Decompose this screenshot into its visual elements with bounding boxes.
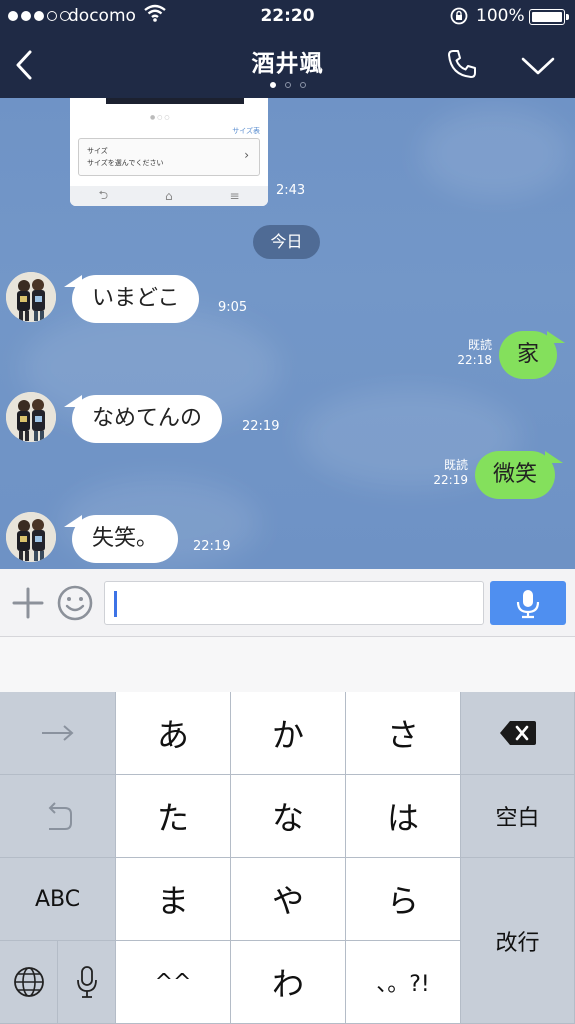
message-time: 22:19 <box>242 419 280 434</box>
key-delete[interactable] <box>461 692 575 775</box>
key-ra[interactable]: ら <box>346 858 461 941</box>
key-a[interactable]: あ <box>116 692 231 775</box>
key-ha[interactable]: は <box>346 775 461 858</box>
plus-icon[interactable] <box>11 586 45 620</box>
message-bubble[interactable]: 失笑。 <box>63 515 179 563</box>
page-indicator <box>0 82 575 88</box>
undo-icon <box>48 802 72 830</box>
microphone-icon <box>516 590 540 619</box>
date-separator: 今日 <box>253 225 320 259</box>
chat-area[interactable]: ● ○ ○ サイズ表 サイズ サイズを選んでください › ⮌ ⌂ ≡ 2:43 今日… <box>0 98 575 569</box>
phone-icon[interactable] <box>444 46 480 82</box>
key-emoticon[interactable]: ^^ <box>116 941 231 1024</box>
message-bubble[interactable]: いまどこ <box>63 275 200 323</box>
key-dictation[interactable] <box>58 941 116 1024</box>
key-enter[interactable]: 改行 <box>461 858 575 1024</box>
chat-title: 酒井颯 <box>251 51 324 77</box>
battery-icon <box>529 9 569 25</box>
smiley-icon[interactable] <box>56 584 94 622</box>
japanese-keyboard: あ か さ た な は 空白 ABC ま や ら 改行 ^^ わ 、。?! <box>0 692 575 1024</box>
key-undo[interactable] <box>0 775 116 858</box>
rotation-lock-icon <box>450 7 468 25</box>
globe-icon <box>13 967 44 997</box>
read-receipt: 既読 22:18 <box>457 338 492 367</box>
key-wa[interactable]: わ <box>231 941 346 1024</box>
key-ka[interactable]: か <box>231 692 346 775</box>
key-punctuation[interactable]: 、。?! <box>346 941 461 1024</box>
message-time: 9:05 <box>218 300 248 315</box>
key-ya[interactable]: や <box>231 858 346 941</box>
message-time: 22:19 <box>193 539 231 554</box>
size-selector: サイズ サイズを選んでください › <box>78 138 260 176</box>
prediction-strip <box>0 637 575 692</box>
message-time: 2:43 <box>276 183 306 198</box>
message-bubble[interactable]: 家 <box>499 331 566 379</box>
key-ma[interactable]: ま <box>116 858 231 941</box>
backspace-icon <box>499 721 536 745</box>
read-receipt: 既読 22:19 <box>433 458 468 487</box>
text-caret <box>114 591 117 617</box>
status-bar: docomo 22:20 100% <box>0 0 575 32</box>
avatar[interactable] <box>6 512 56 562</box>
image-nav-bar: ⮌ ⌂ ≡ <box>70 186 268 206</box>
key-globe[interactable] <box>0 941 58 1024</box>
avatar[interactable] <box>6 392 56 442</box>
key-sa[interactable]: さ <box>346 692 461 775</box>
top-bar: docomo 22:20 100% 酒井颯 <box>0 0 575 98</box>
key-space[interactable]: 空白 <box>461 775 575 858</box>
message-input[interactable] <box>104 581 484 625</box>
key-next[interactable] <box>0 692 116 775</box>
size-chart-link: サイズ表 <box>232 127 260 135</box>
message-bubble[interactable]: なめてんの <box>63 395 223 443</box>
battery-percent: 100% <box>476 6 525 26</box>
chevron-down-icon[interactable] <box>520 52 556 78</box>
message-bubble[interactable]: 微笑 <box>475 451 564 499</box>
avatar[interactable] <box>6 272 56 322</box>
arrow-right-icon <box>41 725 74 741</box>
key-ta[interactable]: た <box>116 775 231 858</box>
microphone-icon <box>76 966 97 998</box>
shared-image[interactable]: ● ○ ○ サイズ表 サイズ サイズを選んでください › ⮌ ⌂ ≡ <box>70 98 268 206</box>
key-abc[interactable]: ABC <box>0 858 116 941</box>
key-na[interactable]: な <box>231 775 346 858</box>
voice-input-button[interactable] <box>490 581 566 625</box>
